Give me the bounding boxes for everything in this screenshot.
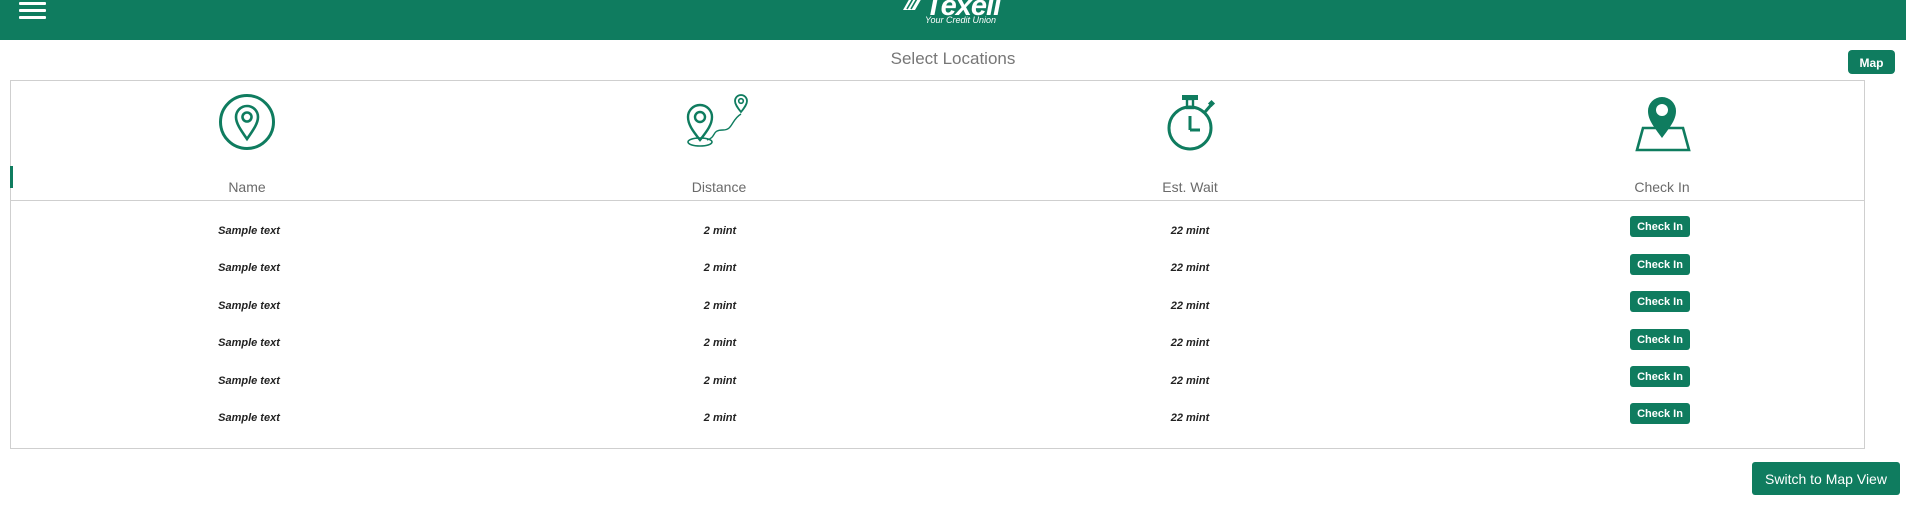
- column-header-checkin: [1552, 92, 1772, 154]
- brand-logo[interactable]: Texell Your Credit Union: [903, 0, 1003, 30]
- location-wait: 22 mint: [1170, 412, 1210, 424]
- location-name: Sample text: [218, 412, 280, 424]
- location-distance: 2 mint: [703, 375, 737, 387]
- header-divider: [10, 200, 1865, 201]
- check-in-button[interactable]: Check In: [1630, 254, 1690, 275]
- location-name: Sample text: [218, 262, 280, 274]
- location-wait: 22 mint: [1170, 375, 1210, 387]
- logo-tagline: Your Credit Union: [925, 15, 997, 25]
- column-header-name: [137, 92, 357, 152]
- check-in-button[interactable]: Check In: [1630, 216, 1690, 237]
- location-name: Sample text: [218, 337, 280, 349]
- hamburger-menu-icon[interactable]: [19, 2, 46, 20]
- check-in-button[interactable]: Check In: [1630, 366, 1690, 387]
- location-distance: 2 mint: [703, 337, 737, 349]
- page-title: Select Locations: [890, 49, 1016, 68]
- location-pin-icon: [219, 94, 275, 150]
- route-pins-icon: [686, 94, 748, 147]
- column-header-wait: [1080, 92, 1300, 154]
- location-distance: 2 mint: [703, 262, 737, 274]
- column-label-checkin: Check In: [1634, 179, 1690, 195]
- location-wait: 22 mint: [1170, 262, 1210, 274]
- location-wait: 22 mint: [1170, 300, 1210, 312]
- location-wait: 22 mint: [1170, 225, 1210, 237]
- map-pin-checkin-icon: [1635, 97, 1691, 152]
- column-label-distance: Distance: [691, 179, 747, 195]
- stopwatch-icon: [1167, 95, 1216, 151]
- logo-mark-icon: [903, 0, 921, 10]
- switch-to-map-view-button[interactable]: Switch to Map View: [1752, 462, 1900, 495]
- check-in-button[interactable]: Check In: [1630, 329, 1690, 350]
- location-name: Sample text: [218, 300, 280, 312]
- location-distance: 2 mint: [703, 412, 737, 424]
- column-label-wait: Est. Wait: [1162, 179, 1218, 195]
- location-distance: 2 mint: [703, 300, 737, 312]
- column-header-distance: [609, 92, 829, 154]
- column-label-name: Name: [228, 179, 266, 195]
- location-name: Sample text: [218, 375, 280, 387]
- map-button[interactable]: Map: [1848, 50, 1895, 74]
- location-name: Sample text: [218, 225, 280, 237]
- left-accent-bar: [10, 166, 13, 188]
- check-in-button[interactable]: Check In: [1630, 403, 1690, 424]
- location-distance: 2 mint: [703, 225, 737, 237]
- top-nav-bar: Texell Your Credit Union: [0, 0, 1906, 40]
- location-wait: 22 mint: [1170, 337, 1210, 349]
- check-in-button[interactable]: Check In: [1630, 291, 1690, 312]
